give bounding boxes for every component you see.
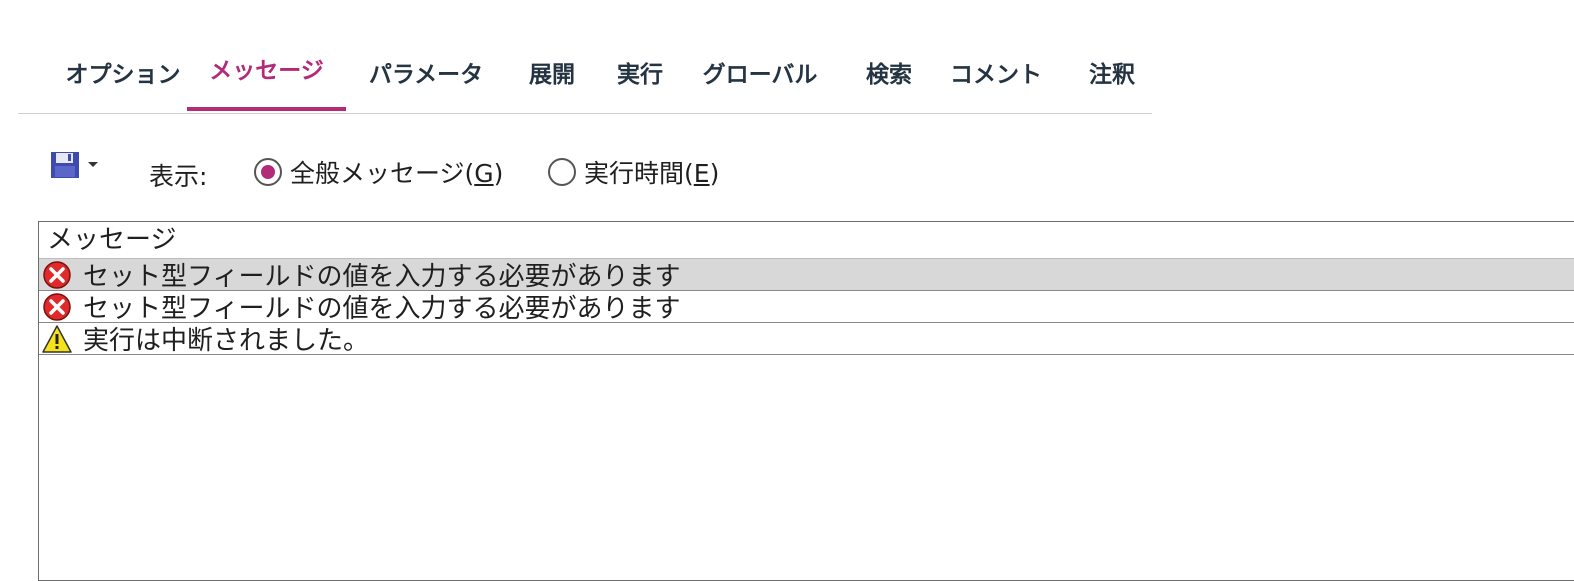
- error-icon: [41, 259, 73, 291]
- warning-icon: [41, 323, 73, 355]
- tab-search[interactable]: 検索: [857, 30, 921, 113]
- tab-parameters[interactable]: パラメータ: [364, 30, 488, 113]
- save-menu-button[interactable]: [50, 151, 106, 183]
- message-table[interactable]: メッセージ セット型フィールドの値を入力する必要があります セット型フィールドの…: [38, 221, 1574, 581]
- column-header-message[interactable]: メッセージ: [39, 222, 1574, 259]
- message-text: 実行は中断されました。: [83, 326, 370, 356]
- tab-comment[interactable]: コメント: [944, 30, 1048, 113]
- radio-button-selected[interactable]: [254, 158, 282, 186]
- chevron-down-icon: [88, 161, 98, 167]
- tab-messages[interactable]: メッセージ: [187, 26, 346, 111]
- table-row[interactable]: セット型フィールドの値を入力する必要があります: [39, 259, 1574, 292]
- tab-deploy[interactable]: 展開: [520, 30, 584, 113]
- tab-global[interactable]: グローバル: [698, 30, 822, 113]
- tab-bar: オプション メッセージ パラメータ 展開 実行 グローバル 検索 コメント 注釈: [18, 30, 1152, 114]
- display-label: 表示:: [149, 162, 208, 191]
- radio-general-messages[interactable]: 全般メッセージ(G): [254, 154, 503, 190]
- error-icon: [41, 291, 73, 323]
- table-row[interactable]: 実行は中断されました。: [39, 323, 1574, 356]
- tab-options[interactable]: オプション: [48, 30, 198, 113]
- radio-general-label: 全般メッセージ(G): [290, 159, 504, 188]
- save-icon: [50, 151, 80, 183]
- radio-exec-label: 実行時間(E): [584, 159, 720, 188]
- tab-run[interactable]: 実行: [608, 30, 672, 113]
- table-row[interactable]: セット型フィールドの値を入力する必要があります: [39, 291, 1574, 324]
- message-toolbar: 表示: 全般メッセージ(G) 実行時間(E): [0, 140, 1574, 200]
- radio-button-unselected[interactable]: [548, 158, 576, 186]
- radio-execution-time[interactable]: 実行時間(E): [548, 154, 719, 190]
- tab-annotation[interactable]: 注釈: [1080, 30, 1144, 113]
